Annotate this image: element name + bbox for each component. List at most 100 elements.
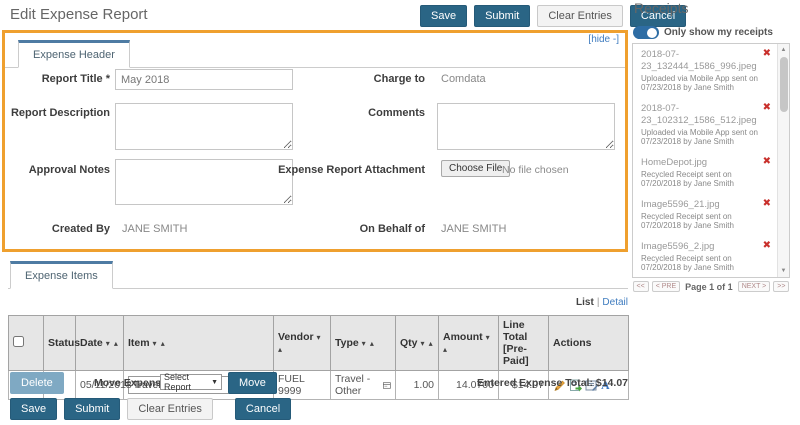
created-by-value: JANE SMITH xyxy=(122,223,187,235)
col-vendor-label: Vendor xyxy=(278,331,314,343)
view-switcher: List|Detail xyxy=(408,297,628,308)
report-description-textarea[interactable] xyxy=(115,103,293,150)
col-status: Status xyxy=(44,316,76,371)
delete-receipt-icon[interactable]: ✖ xyxy=(763,198,771,209)
expense-report-page: Edit Expense Report Save Submit Clear En… xyxy=(0,0,800,425)
receipt-item: 2018-07-23_102312_1586_512.jpeg Uploaded… xyxy=(633,98,789,152)
tab-expense-header[interactable]: Expense Header xyxy=(18,40,130,68)
expense-header-section: [hide -] Expense Header Report Title * C… xyxy=(2,30,628,252)
col-type[interactable]: Type ▾ ▴ xyxy=(331,316,396,371)
receipts-list: 2018-07-23_132444_1586_996.jpeg Uploaded… xyxy=(632,43,790,278)
approval-notes-label: Approval Notes xyxy=(10,164,110,176)
scrollbar-thumb[interactable] xyxy=(780,57,788,112)
submit-button[interactable]: Submit xyxy=(474,5,530,27)
vendor-cell: FUEL 9999 xyxy=(274,371,331,400)
type-cell: Travel - Other xyxy=(331,371,396,400)
bottom-toolbar: Save Submit Clear Entries Cancel xyxy=(10,398,291,420)
scroll-up-icon[interactable]: ▲ xyxy=(778,44,789,56)
receipt-item: 2018-07-23_132444_1586_996.jpeg Uploaded… xyxy=(633,44,789,98)
receipt-item: Image5596_2.jpg Recycled Receipt sent on… xyxy=(633,236,789,278)
page-title: Edit Expense Report xyxy=(10,6,148,23)
page-indicator: Page 1 of 1 xyxy=(683,282,735,292)
receipt-name[interactable]: HomeDepot.jpg xyxy=(641,157,759,169)
clear-entries-button[interactable]: Clear Entries xyxy=(537,5,623,27)
only-my-receipts-label: Only show my receipts xyxy=(664,27,773,38)
on-behalf-of-label: On Behalf of xyxy=(273,223,425,235)
receipts-pagination: << < PRE Page 1 of 1 NEXT > >> xyxy=(632,281,790,292)
col-item[interactable]: Item ▾ ▴ xyxy=(124,316,274,371)
report-description-label: Report Description xyxy=(10,107,110,119)
choose-file-button[interactable]: Choose File xyxy=(441,160,510,177)
save-button[interactable]: Save xyxy=(10,398,57,420)
first-page-button[interactable]: << xyxy=(633,281,649,292)
delete-receipt-icon[interactable]: ✖ xyxy=(763,48,771,59)
col-amount[interactable]: Amount ▾ ▴ xyxy=(439,316,499,371)
entered-expense-total: Entered Expense Total: $14.07 xyxy=(428,377,628,389)
receipt-meta: Recycled Receipt sent on 07/20/2018 by J… xyxy=(641,170,759,189)
prev-page-button[interactable]: < PRE xyxy=(652,281,680,292)
chevron-down-icon: ▼ xyxy=(211,379,218,386)
receipts-filter-row: Only show my receipts xyxy=(633,26,773,39)
report-title-label: Report Title * xyxy=(10,73,110,85)
approval-notes-textarea[interactable] xyxy=(115,159,293,205)
last-page-button[interactable]: >> xyxy=(773,281,789,292)
col-qty[interactable]: Qty ▾ ▴ xyxy=(396,316,439,371)
receipt-meta: Uploaded via Mobile App sent on 07/23/20… xyxy=(641,74,759,93)
card-icon xyxy=(383,381,391,390)
receipt-meta: Recycled Receipt sent on 07/20/2018 by J… xyxy=(641,212,759,231)
receipt-name[interactable]: 2018-07-23_102312_1586_512.jpeg xyxy=(641,103,759,127)
sort-icons[interactable]: ▾ ▴ xyxy=(153,339,166,348)
attachment-label: Expense Report Attachment xyxy=(273,164,425,176)
save-button[interactable]: Save xyxy=(420,5,467,27)
type-value: Travel - Other xyxy=(335,373,380,397)
view-separator: | xyxy=(597,297,600,308)
table-header-row: Status Date ▾ ▴ Item ▾ ▴ Vendor ▾ ▴ Type… xyxy=(9,316,629,371)
comments-textarea[interactable] xyxy=(437,103,615,150)
receipt-item: HomeDepot.jpg Recycled Receipt sent on 0… xyxy=(633,152,789,194)
col-vendor[interactable]: Vendor ▾ ▴ xyxy=(274,316,331,371)
list-view-link[interactable]: List xyxy=(576,297,594,308)
sort-icons[interactable]: ▾ ▴ xyxy=(106,339,119,348)
receipt-name[interactable]: Image5596_21.jpg xyxy=(641,199,759,211)
col-line-total: Line Total [Pre-Paid] xyxy=(499,316,549,371)
tab-expense-items[interactable]: Expense Items xyxy=(10,261,113,289)
scroll-down-icon[interactable]: ▼ xyxy=(778,265,789,277)
next-page-button[interactable]: NEXT > xyxy=(738,281,771,292)
delete-button[interactable]: Delete xyxy=(10,372,64,394)
receipt-name[interactable]: Image5596_2.jpg xyxy=(641,241,759,253)
receipt-item: Image5596_21.jpg Recycled Receipt sent o… xyxy=(633,194,789,236)
col-amount-label: Amount xyxy=(443,331,483,343)
move-button[interactable]: Move xyxy=(228,372,277,394)
delete-receipt-icon[interactable]: ✖ xyxy=(763,156,771,167)
receipt-meta: Uploaded via Mobile App sent on 07/23/20… xyxy=(641,128,759,147)
receipt-meta: Recycled Receipt sent on 07/20/2018 by J… xyxy=(641,254,759,273)
select-all-checkbox[interactable] xyxy=(13,336,24,347)
charge-to-value: Comdata xyxy=(441,73,486,85)
move-report-select[interactable]: Select Report ▼ xyxy=(160,374,222,390)
created-by-label: Created By xyxy=(10,223,110,235)
move-report-select-value: Select Report xyxy=(164,372,211,392)
toggle-knob xyxy=(647,28,657,38)
charge-to-label: Charge to xyxy=(273,73,425,85)
items-tabbar: Expense Items xyxy=(8,261,628,289)
receipts-title: Receipts xyxy=(634,0,688,16)
select-all-cell xyxy=(9,316,44,371)
col-date[interactable]: Date ▾ ▴ xyxy=(76,316,124,371)
sort-icons[interactable]: ▾ ▴ xyxy=(362,339,375,348)
delete-receipt-icon[interactable]: ✖ xyxy=(763,240,771,251)
col-qty-label: Qty xyxy=(400,337,418,349)
receipt-name[interactable]: 2018-07-23_132444_1586_996.jpeg xyxy=(641,49,759,73)
sort-icons[interactable]: ▾ ▴ xyxy=(420,339,433,348)
move-select-wrap: Select Report ▼ xyxy=(160,374,222,390)
submit-button[interactable]: Submit xyxy=(64,398,120,420)
delete-receipt-icon[interactable]: ✖ xyxy=(763,102,771,113)
clear-entries-button[interactable]: Clear Entries xyxy=(127,398,213,420)
report-title-input[interactable] xyxy=(115,69,293,90)
only-my-receipts-toggle[interactable] xyxy=(633,26,659,39)
col-type-label: Type xyxy=(335,337,359,349)
on-behalf-of-value: JANE SMITH xyxy=(441,223,506,235)
col-date-label: Date xyxy=(80,337,103,349)
receipts-scrollbar[interactable]: ▲ ▼ xyxy=(777,44,789,277)
cancel-button[interactable]: Cancel xyxy=(235,398,291,420)
detail-view-link[interactable]: Detail xyxy=(602,297,628,308)
